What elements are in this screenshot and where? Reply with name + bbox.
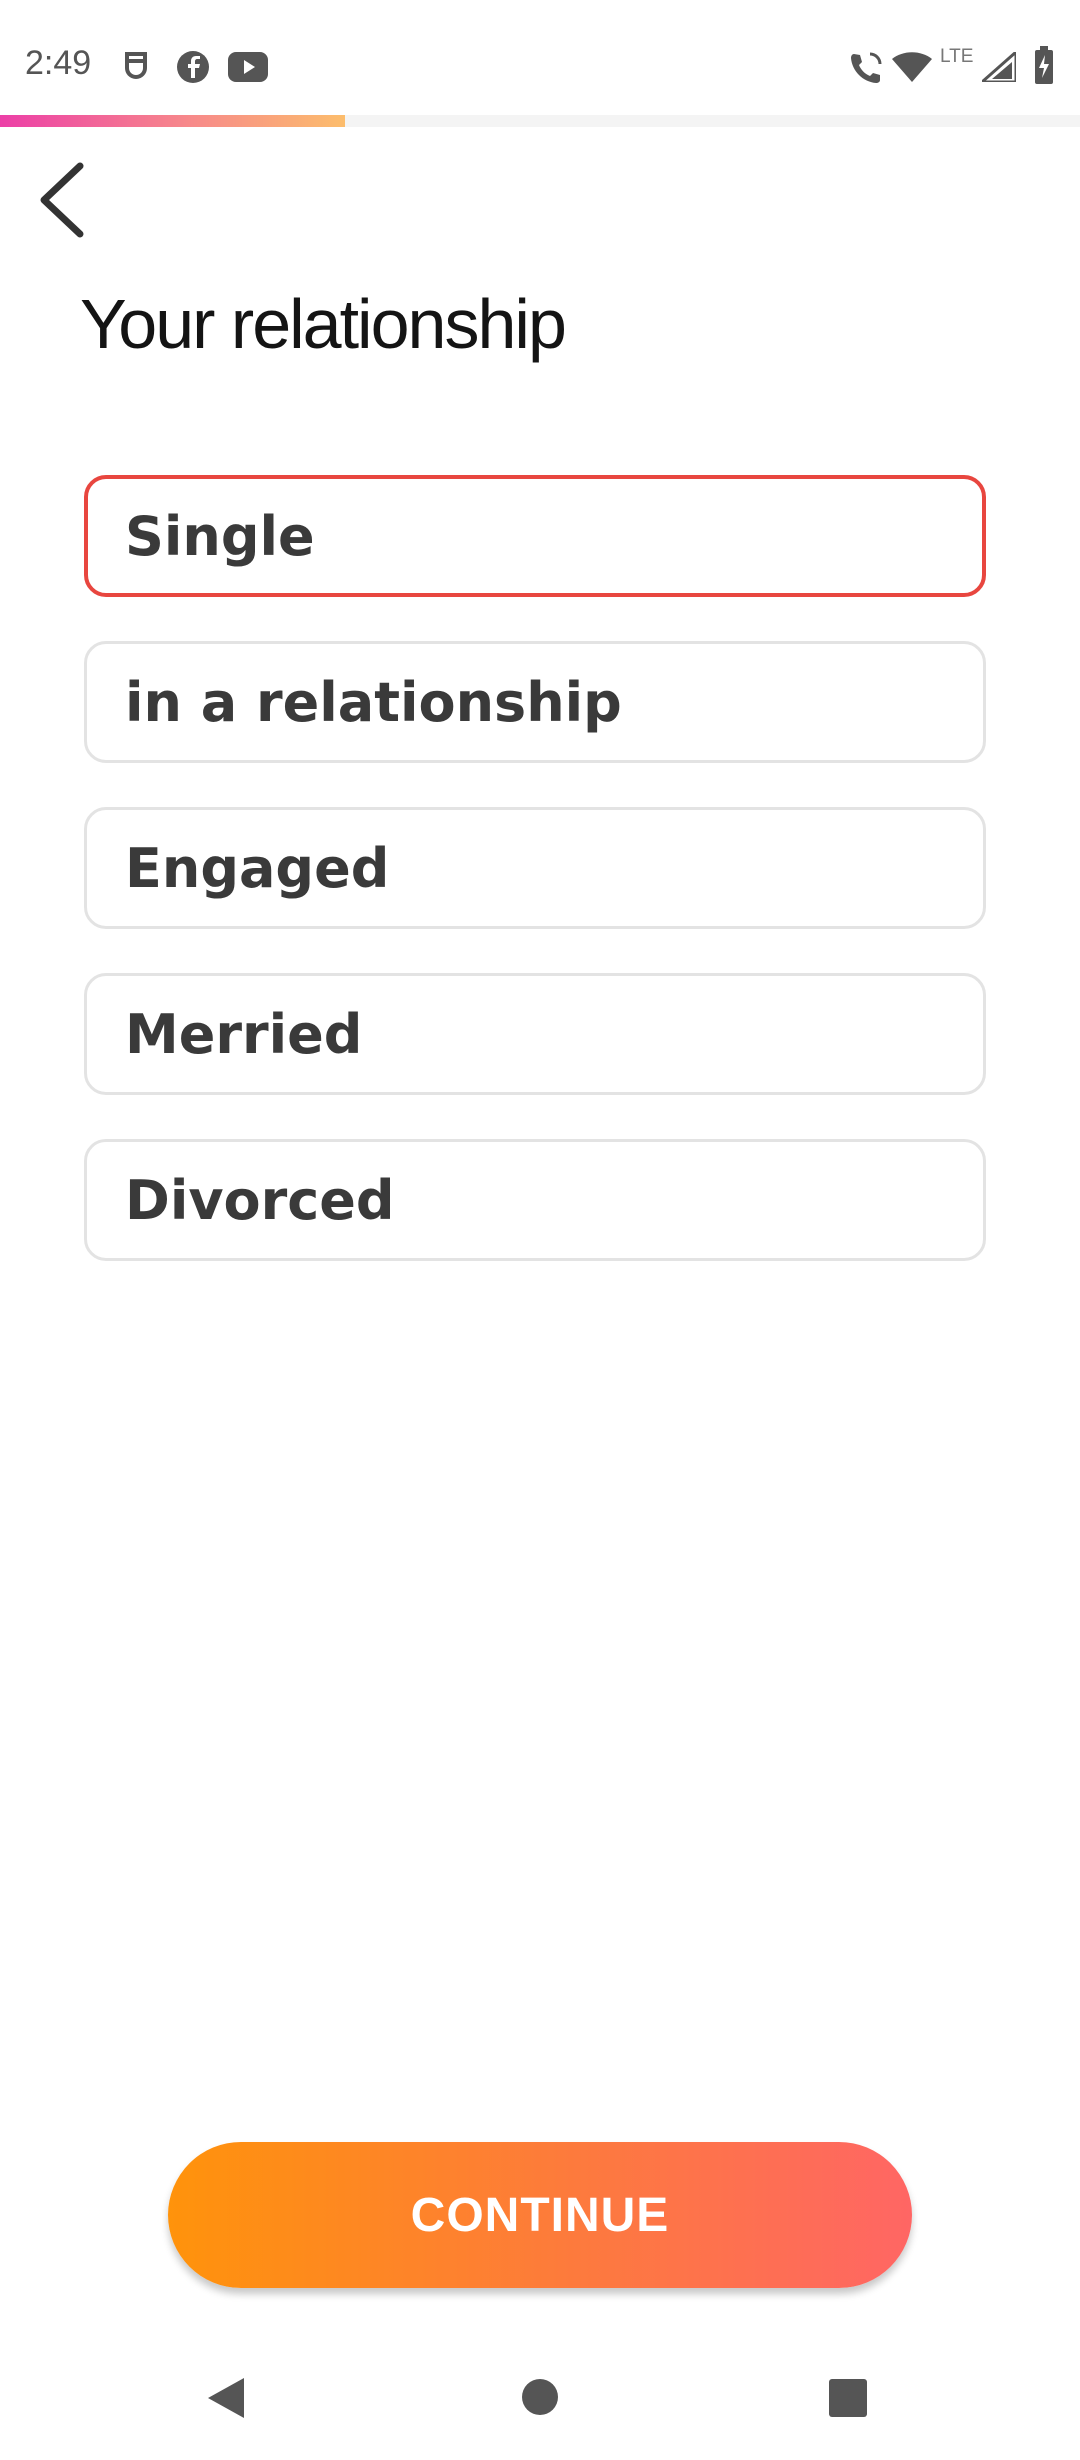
back-triangle-icon[interactable]	[206, 2376, 246, 2420]
progress-bar-fill	[0, 115, 345, 127]
status-time: 2:49	[25, 44, 92, 82]
option-divorced[interactable]: Divorced	[84, 1139, 986, 1261]
progress-bar	[0, 115, 1080, 127]
option-label: Divorced	[125, 1168, 395, 1232]
option-label: Merried	[125, 1002, 363, 1066]
page-title: Your relationship	[80, 285, 567, 363]
youtube-icon	[228, 52, 268, 82]
option-single[interactable]: Single	[84, 475, 986, 597]
relationship-options: Single in a relationship Engaged Merried…	[84, 475, 986, 1305]
option-label: in a relationship	[125, 670, 622, 734]
notification-icon	[125, 52, 147, 79]
facebook-icon	[177, 51, 209, 83]
wifi-icon	[892, 52, 932, 82]
back-button[interactable]	[30, 160, 100, 240]
signal-icon	[982, 52, 1016, 82]
network-type: LTE	[940, 46, 974, 67]
wifi-calling-icon	[851, 52, 882, 83]
continue-label: CONTINUE	[410, 2188, 670, 2242]
system-nav-bar	[0, 2340, 1080, 2460]
home-circle-icon[interactable]	[521, 2378, 559, 2416]
option-in-a-relationship[interactable]: in a relationship	[84, 641, 986, 763]
continue-button[interactable]: CONTINUE	[168, 2142, 912, 2288]
option-label: Single	[125, 504, 315, 568]
chevron-left-icon	[40, 162, 84, 238]
option-engaged[interactable]: Engaged	[84, 807, 986, 929]
option-married[interactable]: Merried	[84, 973, 986, 1095]
option-label: Engaged	[125, 836, 390, 900]
recents-square-icon[interactable]	[828, 2378, 868, 2418]
status-bar: 2:49 LTE	[0, 0, 1080, 115]
battery-charging-icon	[1035, 46, 1053, 84]
